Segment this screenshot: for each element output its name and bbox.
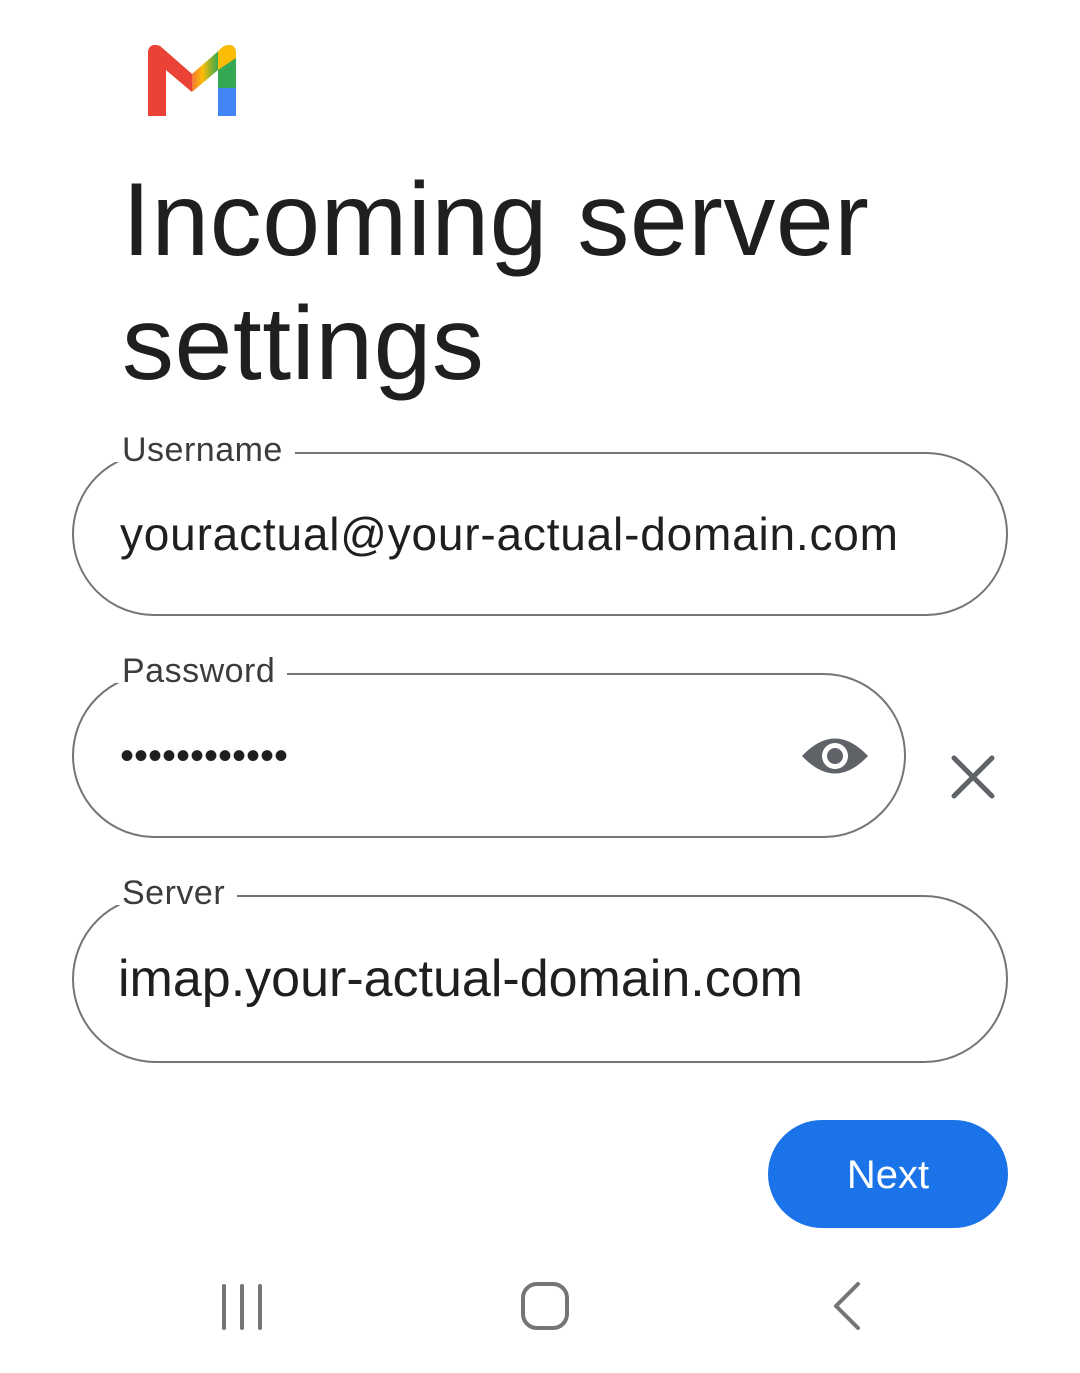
server-input[interactable]: imap.your-actual-domain.com bbox=[118, 951, 978, 1007]
gmail-logo-icon bbox=[140, 38, 244, 120]
password-field[interactable]: Password •••••••••••• bbox=[72, 649, 906, 838]
page-title: Incoming server settings bbox=[122, 162, 870, 402]
eye-icon[interactable] bbox=[800, 731, 870, 781]
home-icon[interactable] bbox=[505, 1272, 585, 1342]
password-label: Password bbox=[114, 649, 288, 683]
close-icon[interactable] bbox=[944, 748, 1002, 806]
server-label: Server bbox=[114, 871, 238, 905]
next-button[interactable]: Next bbox=[768, 1120, 1008, 1228]
password-input[interactable]: •••••••••••• bbox=[120, 728, 740, 784]
server-field[interactable]: Server imap.your-actual-domain.com bbox=[72, 871, 1008, 1063]
system-navbar bbox=[0, 1262, 1080, 1362]
username-field[interactable]: Username youractual@your-actual-domain.c… bbox=[72, 428, 1008, 616]
username-input[interactable]: youractual@your-actual-domain.com bbox=[120, 506, 960, 562]
username-label: Username bbox=[114, 428, 295, 462]
back-icon[interactable] bbox=[808, 1272, 888, 1342]
recents-icon[interactable] bbox=[202, 1272, 282, 1342]
